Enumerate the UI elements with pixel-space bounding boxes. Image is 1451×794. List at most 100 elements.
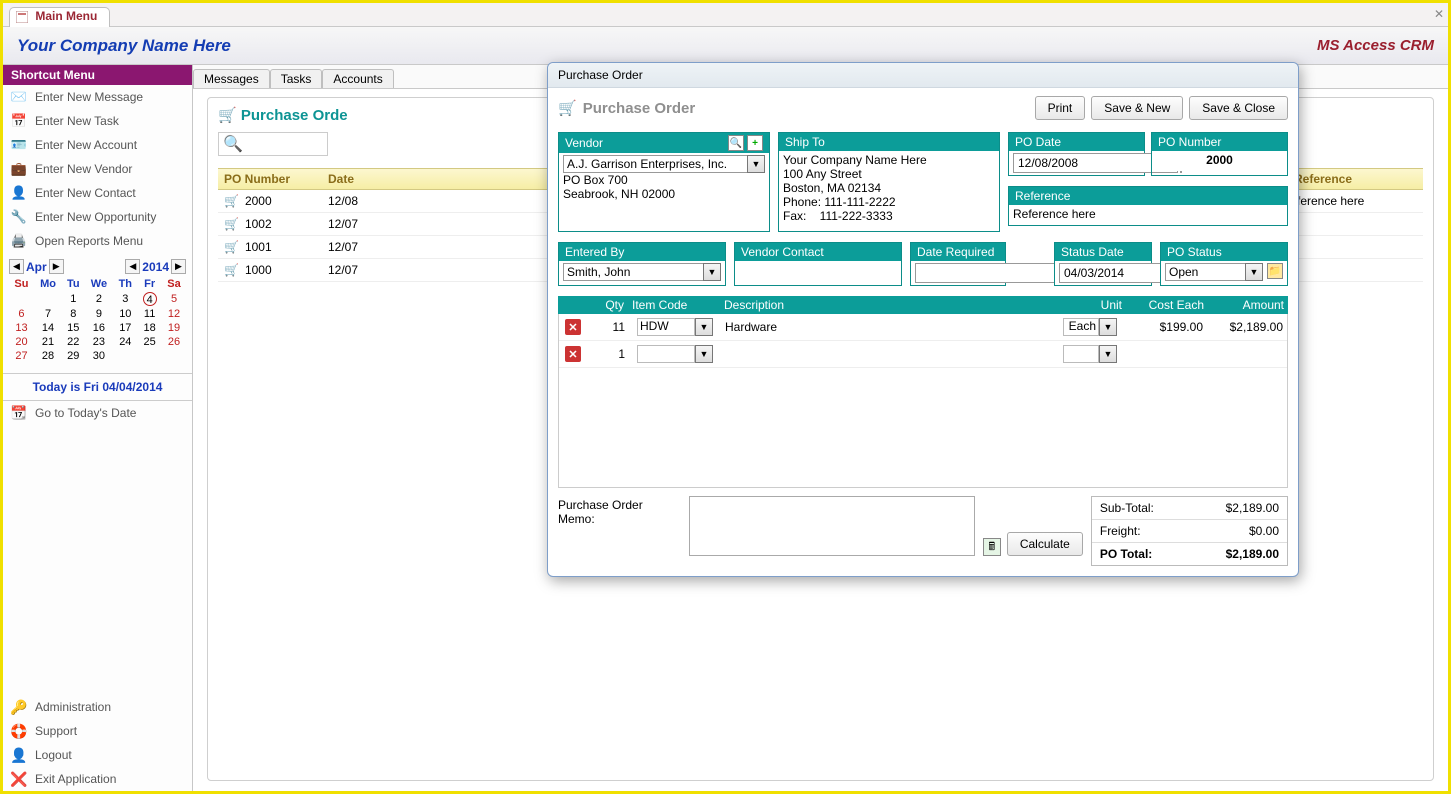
mdi-tab-strip: Main Menu ✕ (3, 3, 1448, 27)
shipto-section: Ship To Your Company Name Here 100 Any S… (778, 132, 1000, 232)
today-label: Today is Fri 04/04/2014 (3, 373, 192, 401)
cal-next-month[interactable]: ▶ (49, 259, 64, 274)
subtotal-value: $2,189.00 (1226, 501, 1279, 515)
totals-box: Sub-Total:$2,189.00 Freight:$0.00 PO Tot… (1091, 496, 1288, 566)
po-date-section: PO Date (1008, 132, 1145, 176)
freight-value: $0.00 (1249, 524, 1279, 538)
key-icon: 🔑 (11, 699, 27, 715)
vendor-addr2: Seabrook, NH 02000 (563, 187, 765, 201)
po-status-dropdown[interactable]: ▼ (1245, 263, 1263, 281)
banner: Your Company Name Here MS Access CRM (3, 27, 1448, 65)
app-window: Main Menu ✕ Your Company Name Here MS Ac… (0, 0, 1451, 794)
go-to-today[interactable]: 📆Go to Today's Date (3, 401, 192, 425)
exit-icon: ❌ (11, 771, 27, 787)
account-icon: 🪪 (11, 137, 27, 153)
cal-next-year[interactable]: ▶ (171, 259, 186, 274)
cal-prev-month[interactable]: ◀ (9, 259, 24, 274)
delete-line-button[interactable]: ✕ (565, 346, 581, 362)
date-required-section: Date Required (910, 242, 1006, 286)
company-name: Your Company Name Here (17, 36, 231, 56)
sidebar-item-new-opportunity[interactable]: 🔧Enter New Opportunity (3, 205, 192, 229)
sidebar-item-new-message[interactable]: ✉️Enter New Message (3, 85, 192, 109)
po-icon: 🛒 (218, 107, 237, 124)
opportunity-icon: 🔧 (11, 209, 27, 225)
vendor-section: Vendor 🔍 + A.J. Garrison Enterprises, In… (558, 132, 770, 232)
tab-tasks[interactable]: Tasks (270, 69, 323, 88)
po-row-icon: 🛒 (224, 217, 239, 231)
print-button[interactable]: Print (1035, 96, 1086, 120)
entered-by-dropdown[interactable]: ▼ (703, 263, 721, 281)
content-area: Messages Tasks Accounts 🛒 Purchase Orde … (193, 65, 1448, 791)
tab-messages[interactable]: Messages (193, 69, 270, 88)
status-folder-icon[interactable]: 📁 (1267, 263, 1283, 279)
sidebar-item-new-contact[interactable]: 👤Enter New Contact (3, 181, 192, 205)
sidebar-item-support[interactable]: 🛟Support (3, 719, 192, 743)
po-status-value[interactable]: Open (1165, 263, 1245, 281)
cal-month: Apr (26, 260, 47, 274)
line-items-body: ✕ 11 HDW▼ Hardware Each▼ $199.00 $2,189.… (558, 314, 1288, 488)
support-icon: 🛟 (11, 723, 27, 739)
close-icon[interactable]: ✕ (1434, 7, 1444, 21)
po-number-section: PO Number 2000 (1151, 132, 1288, 176)
cal-year: 2014 (142, 260, 169, 274)
tab-accounts[interactable]: Accounts (322, 69, 393, 88)
line-item-row: ✕ 11 HDW▼ Hardware Each▼ $199.00 $2,189.… (559, 314, 1287, 341)
user-icon: 👤 (11, 747, 27, 763)
vendor-name[interactable]: A.J. Garrison Enterprises, Inc. (563, 155, 747, 173)
sidebar: Shortcut Menu ✉️Enter New Message 📅Enter… (3, 65, 193, 791)
vendor-icon: 💼 (11, 161, 27, 177)
vendor-addr1: PO Box 700 (563, 173, 765, 187)
line-item-row: ✕ 1 ▼ ▼ (559, 341, 1287, 368)
delete-line-button[interactable]: ✕ (565, 319, 581, 335)
unit-dropdown[interactable]: ▼ (1099, 318, 1117, 336)
contact-icon: 👤 (11, 185, 27, 201)
sidebar-item-new-vendor[interactable]: 💼Enter New Vendor (3, 157, 192, 181)
app-name: MS Access CRM (1317, 37, 1434, 54)
save-new-button[interactable]: Save & New (1091, 96, 1183, 120)
search-icon: 🔍 (223, 134, 243, 154)
cal-prev-year[interactable]: ◀ (125, 259, 140, 274)
save-close-button[interactable]: Save & Close (1189, 96, 1288, 120)
item-code-dropdown[interactable]: ▼ (695, 345, 713, 363)
po-row-icon: 🛒 (224, 194, 239, 208)
reference-value[interactable]: Reference here (1009, 205, 1287, 225)
entered-by-value[interactable]: Smith, John (563, 263, 703, 281)
task-icon: 📅 (11, 113, 27, 129)
unit-dropdown[interactable]: ▼ (1099, 345, 1117, 363)
sidebar-item-open-reports[interactable]: 🖨️Open Reports Menu (3, 229, 192, 253)
po-row-icon: 🛒 (224, 240, 239, 254)
entered-by-section: Entered By Smith, John▼ (558, 242, 726, 286)
shortcut-menu-title: Shortcut Menu (3, 65, 192, 85)
po-number-value: 2000 (1152, 151, 1287, 171)
calendar: ◀ Apr ▶ ◀ 2014 ▶ SuMoTuWeThFrSa 12345 67… (3, 259, 192, 363)
calculate-button[interactable]: Calculate (1007, 532, 1083, 556)
item-code-dropdown[interactable]: ▼ (695, 318, 713, 336)
dialog-title: Purchase Order (548, 63, 1298, 88)
vendor-search-icon[interactable]: 🔍 (728, 135, 744, 151)
vendor-contact-section: Vendor Contact (734, 242, 902, 286)
sidebar-item-logout[interactable]: 👤Logout (3, 743, 192, 767)
po-status-section: PO Status Open▼ 📁 (1160, 242, 1288, 286)
vendor-contact-value[interactable] (735, 261, 901, 281)
dialog-heading: Purchase Order (583, 100, 696, 117)
po-row-icon: 🛒 (224, 263, 239, 277)
calculator-icon[interactable]: 🖩 (983, 538, 1001, 556)
line-items-header: Qty Item Code Description Unit Cost Each… (558, 296, 1288, 314)
memo-textarea[interactable] (689, 496, 975, 556)
message-icon: ✉️ (11, 89, 27, 105)
memo-label: Purchase Order Memo: (558, 496, 681, 526)
vendor-add-icon[interactable]: + (747, 135, 763, 151)
sidebar-item-admin[interactable]: 🔑Administration (3, 695, 192, 719)
form-icon (16, 11, 28, 23)
mdi-tab-main-menu[interactable]: Main Menu (9, 7, 110, 27)
po-search[interactable]: 🔍 (218, 132, 328, 156)
reports-icon: 🖨️ (11, 233, 27, 249)
status-date-section: Status Date (1054, 242, 1152, 286)
sidebar-item-new-account[interactable]: 🪪Enter New Account (3, 133, 192, 157)
purchase-order-dialog: Purchase Order 🛒Purchase Order Print Sav… (547, 62, 1299, 577)
calendar-grid[interactable]: SuMoTuWeThFrSa 12345 6789101112 13141516… (9, 277, 186, 363)
vendor-dropdown[interactable]: ▼ (747, 155, 765, 173)
sidebar-item-exit[interactable]: ❌Exit Application (3, 767, 192, 791)
mdi-tab-label: Main Menu (35, 9, 97, 23)
sidebar-item-new-task[interactable]: 📅Enter New Task (3, 109, 192, 133)
